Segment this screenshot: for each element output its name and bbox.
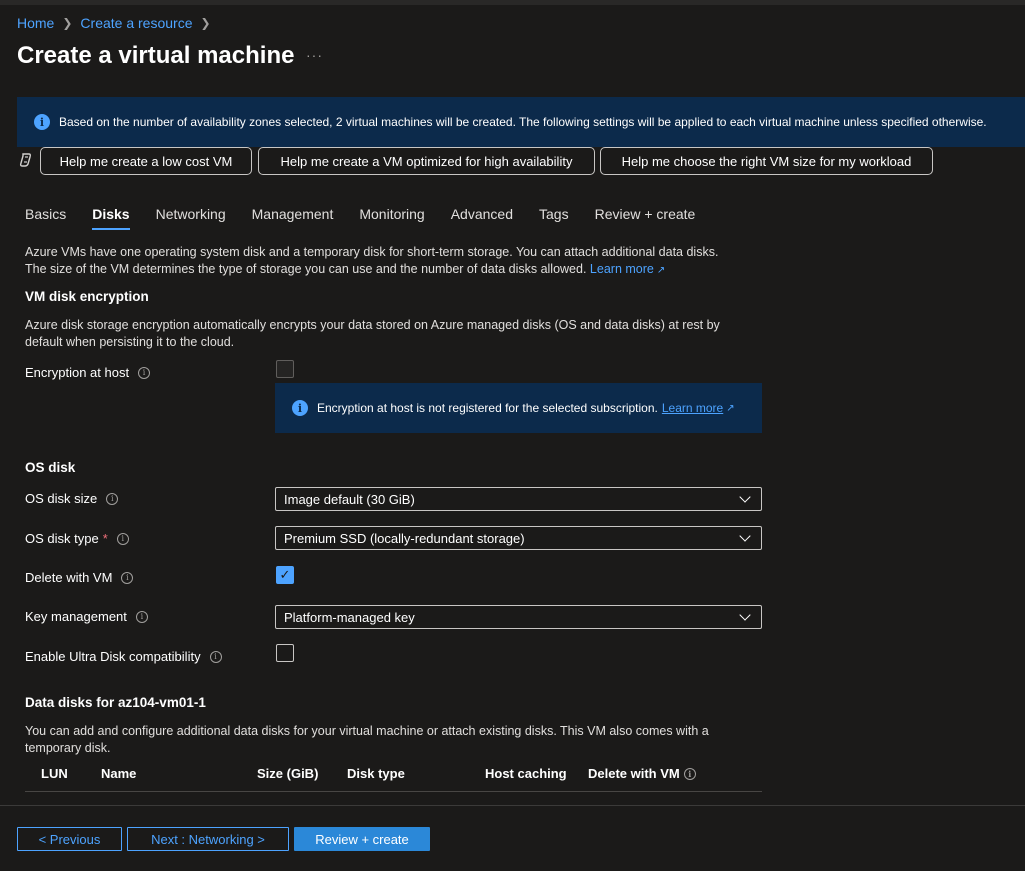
os-disk-type-label: OS disk type xyxy=(25,531,99,546)
info-icon: i xyxy=(292,400,308,416)
tab-monitoring[interactable]: Monitoring xyxy=(359,206,424,230)
tab-management[interactable]: Management xyxy=(252,206,334,230)
banner-text: Based on the number of availability zone… xyxy=(59,115,987,129)
external-link-icon: ↗ xyxy=(656,265,666,276)
data-disks-description: You can add and configure additional dat… xyxy=(25,724,709,755)
info-tooltip-icon[interactable]: i xyxy=(106,492,119,505)
chevron-right-icon: ❯ xyxy=(62,16,73,30)
breadcrumb-home-link[interactable]: Home xyxy=(17,15,54,31)
checkmark-icon: ✓ xyxy=(279,567,291,582)
tab-disks[interactable]: Disks xyxy=(92,206,130,230)
chevron-right-icon: ❯ xyxy=(200,16,211,30)
os-disk-size-value: Image default (30 GiB) xyxy=(284,491,415,507)
tab-tags[interactable]: Tags xyxy=(539,206,569,230)
more-options-icon[interactable]: ··· xyxy=(306,47,323,63)
info-tooltip-icon[interactable]: i xyxy=(116,532,129,545)
vm-disk-encryption-heading: VM disk encryption xyxy=(25,289,149,304)
key-management-dropdown[interactable]: Platform-managed key xyxy=(275,605,762,629)
top-bar xyxy=(0,0,1025,5)
intro-line-1: Azure VMs have one operating system disk… xyxy=(25,245,719,259)
required-asterisk: * xyxy=(102,531,108,546)
ultra-disk-checkbox[interactable] xyxy=(276,644,294,662)
key-management-value: Platform-managed key xyxy=(284,609,415,625)
breadcrumb-create-resource-link[interactable]: Create a resource xyxy=(80,15,192,31)
chevron-down-icon xyxy=(739,608,751,621)
page-title: Create a virtual machine xyxy=(17,42,295,69)
encryption-description: Azure disk storage encryption automatica… xyxy=(25,318,720,349)
notice-text: Encryption at host is not registered for… xyxy=(317,401,658,415)
column-header-name: Name xyxy=(101,766,137,781)
info-tooltip-icon[interactable]: i xyxy=(209,650,222,663)
key-management-label-row: Key management i xyxy=(25,609,148,624)
key-management-label: Key management xyxy=(25,609,127,624)
info-icon: i xyxy=(34,114,50,130)
tab-review-create[interactable]: Review + create xyxy=(595,206,696,230)
encryption-at-host-checkbox[interactable] xyxy=(276,360,294,378)
delete-with-vm-label: Delete with VM xyxy=(25,570,113,585)
column-header-size: Size (GiB) xyxy=(257,766,319,781)
info-tooltip-icon[interactable]: i xyxy=(135,610,148,623)
disks-intro: Azure VMs have one operating system disk… xyxy=(25,244,755,279)
intro-line-2-wrap: The size of the VM determines the type o… xyxy=(25,261,755,279)
data-disks-table-header: LUN Name Size (GiB) Disk type Host cachi… xyxy=(25,765,762,792)
os-disk-type-dropdown[interactable]: Premium SSD (locally-redundant storage) xyxy=(275,526,762,550)
info-tooltip-icon[interactable]: i xyxy=(138,366,151,379)
chevron-down-icon xyxy=(739,490,751,503)
os-disk-size-label: OS disk size xyxy=(25,491,98,506)
column-header-disk-type: Disk type xyxy=(347,766,405,781)
os-disk-size-label-row: OS disk size i xyxy=(25,491,119,506)
column-header-lun: LUN xyxy=(41,766,68,781)
info-tooltip-icon[interactable]: i xyxy=(121,571,134,584)
next-networking-button[interactable]: Next : Networking > xyxy=(127,827,289,851)
tab-networking[interactable]: Networking xyxy=(156,206,226,230)
os-disk-type-label-row: OS disk type * i xyxy=(25,531,129,546)
ultra-disk-label: Enable Ultra Disk compatibility xyxy=(25,649,201,664)
chevron-down-icon xyxy=(739,529,751,542)
breadcrumb: Home ❯ Create a resource ❯ xyxy=(17,15,219,31)
encryption-at-host-label: Encryption at host xyxy=(25,365,130,380)
previous-button[interactable]: < Previous xyxy=(17,827,122,851)
encryption-not-registered-notice: i Encryption at host is not registered f… xyxy=(275,383,762,433)
external-link-icon: ↗ xyxy=(726,402,735,414)
info-tooltip-icon[interactable]: i xyxy=(683,767,696,780)
column-header-delete-with-vm-wrap: Delete with VM i xyxy=(588,766,696,781)
availability-zone-info-banner: i Based on the number of availability zo… xyxy=(17,97,1025,147)
help-low-cost-vm-button[interactable]: Help me create a low cost VM xyxy=(40,147,252,175)
tab-advanced[interactable]: Advanced xyxy=(451,206,513,230)
column-header-delete-with-vm: Delete with VM xyxy=(588,766,680,781)
footer-divider xyxy=(0,805,1025,806)
encryption-at-host-label-row: Encryption at host i xyxy=(25,365,151,380)
delete-with-vm-checkbox[interactable]: ✓ xyxy=(276,566,294,584)
data-disks-heading: Data disks for az104-vm01-1 xyxy=(25,695,206,710)
intro-line-2: The size of the VM determines the type o… xyxy=(25,262,587,276)
ultra-disk-label-row: Enable Ultra Disk compatibility i xyxy=(25,649,222,664)
wizard-tabs: Basics Disks Networking Management Monit… xyxy=(25,206,721,230)
notice-learn-more-link[interactable]: Learn more xyxy=(662,401,723,415)
intro-learn-more-link[interactable]: Learn more xyxy=(590,262,654,276)
os-disk-type-value: Premium SSD (locally-redundant storage) xyxy=(284,530,525,546)
os-disk-size-dropdown[interactable]: Image default (30 GiB) xyxy=(275,487,762,511)
os-disk-heading: OS disk xyxy=(25,460,76,475)
help-choose-vm-size-button[interactable]: Help me choose the right VM size for my … xyxy=(600,147,933,175)
review-create-button[interactable]: Review + create xyxy=(294,827,430,851)
copilot-icon xyxy=(18,152,34,168)
tab-basics[interactable]: Basics xyxy=(25,206,66,230)
column-header-host-caching: Host caching xyxy=(485,766,567,781)
help-high-availability-vm-button[interactable]: Help me create a VM optimized for high a… xyxy=(258,147,595,175)
delete-with-vm-label-row: Delete with VM i xyxy=(25,570,134,585)
